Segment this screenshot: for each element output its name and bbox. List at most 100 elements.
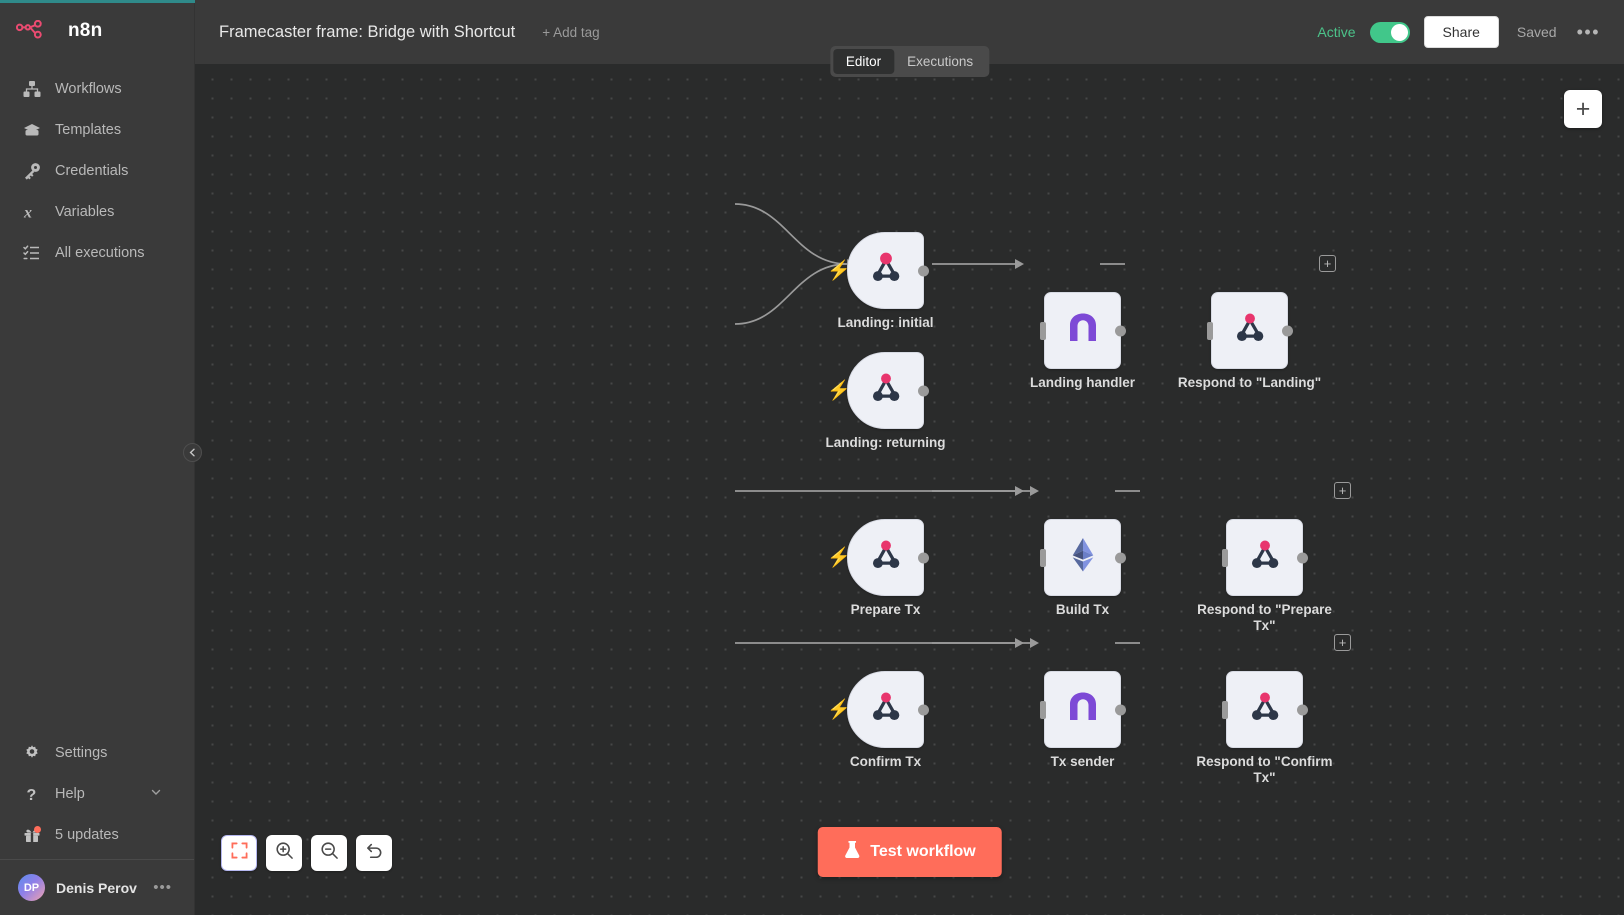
add-node-button[interactable]: + [1564, 90, 1602, 128]
sidebar-bottom-nav: Settings ? Help 5 updates [0, 732, 194, 859]
brand-name: n8n [68, 20, 103, 41]
input-port[interactable] [1222, 548, 1228, 567]
sidebar-item-settings[interactable]: Settings [0, 732, 194, 773]
webhook-icon [867, 688, 905, 731]
fit-view-button[interactable] [221, 835, 257, 871]
reset-zoom-button[interactable] [356, 835, 392, 871]
sidebar-item-credentials[interactable]: Credentials [0, 150, 194, 191]
sidebar-item-label: Settings [55, 744, 108, 761]
sidebar-item-label: Templates [55, 121, 122, 138]
sidebar-collapse-button[interactable] [183, 443, 202, 462]
brand-logo-block[interactable]: n8n [0, 0, 194, 60]
node-respond-prepare-tx[interactable]: Respond to "Prepare Tx" [1197, 519, 1332, 633]
tab-executions[interactable]: Executions [894, 49, 986, 74]
active-label: Active [1317, 24, 1356, 40]
list-icon [22, 243, 41, 262]
node-landing-initial[interactable]: ⚡ Landing: initial [827, 232, 934, 330]
node-tx-sender[interactable]: Tx sender [1040, 671, 1126, 769]
node-label: Tx sender [1050, 754, 1115, 769]
view-tabs: Editor Executions [829, 46, 990, 77]
add-tag-button[interactable]: + Add tag [542, 25, 599, 40]
output-port[interactable] [918, 385, 929, 396]
sidebar-item-workflows[interactable]: Workflows [0, 68, 194, 109]
active-toggle[interactable] [1369, 21, 1410, 43]
sidebar-item-label: All executions [55, 244, 145, 261]
sidebar-item-updates[interactable]: 5 updates [0, 814, 194, 855]
output-port[interactable] [1115, 552, 1126, 563]
output-port[interactable] [918, 265, 929, 276]
trigger-bolt-icon: ⚡ [827, 380, 851, 401]
input-port[interactable] [1040, 700, 1046, 719]
sidebar-item-all-executions[interactable]: All executions [0, 232, 194, 273]
svg-text:?: ? [26, 787, 36, 803]
node-respond-landing[interactable]: Respond to "Landing" [1178, 292, 1321, 390]
ellipsis-icon[interactable]: ••• [153, 879, 172, 896]
toggle-knob [1390, 23, 1408, 41]
flask-icon [843, 840, 860, 864]
output-port[interactable] [918, 552, 929, 563]
node-label: Landing: returning [825, 435, 946, 450]
trigger-bolt-icon: ⚡ [827, 260, 851, 281]
zoom-in-icon [275, 841, 294, 865]
input-port[interactable] [1040, 548, 1046, 567]
test-workflow-button[interactable]: Test workflow [817, 827, 1002, 877]
question-icon: ? [22, 784, 41, 803]
add-node-after-respond-landing[interactable]: + [1319, 255, 1336, 272]
test-workflow-label: Test workflow [870, 843, 976, 860]
gift-icon [22, 825, 41, 844]
node-respond-confirm-tx[interactable]: Respond to "Confirm Tx" [1196, 671, 1333, 785]
node-landing-handler[interactable]: Landing handler [1030, 292, 1135, 390]
sidebar-item-label: 5 updates [55, 826, 119, 843]
zoom-out-icon [320, 841, 339, 865]
input-port[interactable] [1222, 700, 1228, 719]
sidebar-item-label: Credentials [55, 162, 129, 179]
output-port[interactable] [918, 704, 929, 715]
svg-text:x: x [23, 204, 32, 221]
sidebar-item-label: Help [55, 785, 85, 802]
main-area: Framecaster frame: Bridge with Shortcut … [195, 0, 1624, 915]
sidebar-item-variables[interactable]: x Variables [0, 191, 194, 232]
add-node-after-respond-confirm[interactable]: + [1334, 634, 1351, 651]
user-menu[interactable]: DP Denis Perov ••• [0, 859, 194, 915]
output-port[interactable] [1115, 704, 1126, 715]
node-confirm-tx[interactable]: ⚡ Confirm Tx [827, 671, 929, 769]
sidebar: n8n Workflows Templates Credentials x Va… [0, 0, 195, 915]
zoom-in-button[interactable] [266, 835, 302, 871]
zoom-out-button[interactable] [311, 835, 347, 871]
connection-wires [734, 203, 1140, 648]
input-port[interactable] [1040, 321, 1046, 340]
sidebar-nav: Workflows Templates Credentials x Variab… [0, 68, 194, 273]
chevron-down-icon[interactable] [150, 786, 162, 802]
webhook-icon [867, 369, 905, 412]
n8n-logo-icon [15, 19, 56, 42]
sidebar-item-help[interactable]: ? Help [0, 773, 194, 814]
output-port[interactable] [1297, 704, 1308, 715]
input-port[interactable] [1207, 321, 1213, 340]
avatar: DP [18, 874, 45, 901]
output-port[interactable] [1282, 325, 1293, 336]
node-prepare-tx[interactable]: ⚡ Prepare Tx [827, 519, 929, 617]
node-build-tx[interactable]: Build Tx [1040, 519, 1126, 617]
undo-icon [365, 841, 384, 865]
node-label: Confirm Tx [849, 754, 922, 769]
output-port[interactable] [1115, 325, 1126, 336]
key-icon [22, 161, 41, 180]
fit-view-icon [231, 842, 248, 864]
sidebar-item-templates[interactable]: Templates [0, 109, 194, 150]
page-title[interactable]: Framecaster frame: Bridge with Shortcut [219, 23, 515, 42]
output-port[interactable] [1297, 552, 1308, 563]
user-name: Denis Perov [56, 879, 137, 896]
webhook-icon [867, 536, 905, 579]
add-node-after-respond-prepare[interactable]: + [1334, 482, 1351, 499]
node-label: Respond to "Prepare Tx" [1197, 602, 1332, 633]
workflow-canvas[interactable]: + ⚡ Landing: initial ⚡ Landing: returnin… [195, 64, 1624, 915]
updates-badge-dot [33, 826, 41, 833]
status-badge: Saved [1516, 24, 1557, 40]
share-button[interactable]: Share [1423, 16, 1499, 48]
node-label: Landing handler [1029, 375, 1135, 390]
trigger-bolt-icon: ⚡ [827, 547, 851, 568]
node-landing-returning[interactable]: ⚡ Landing: returning [826, 352, 945, 450]
ellipsis-icon[interactable]: ••• [1571, 22, 1606, 43]
tab-editor[interactable]: Editor [832, 49, 895, 74]
